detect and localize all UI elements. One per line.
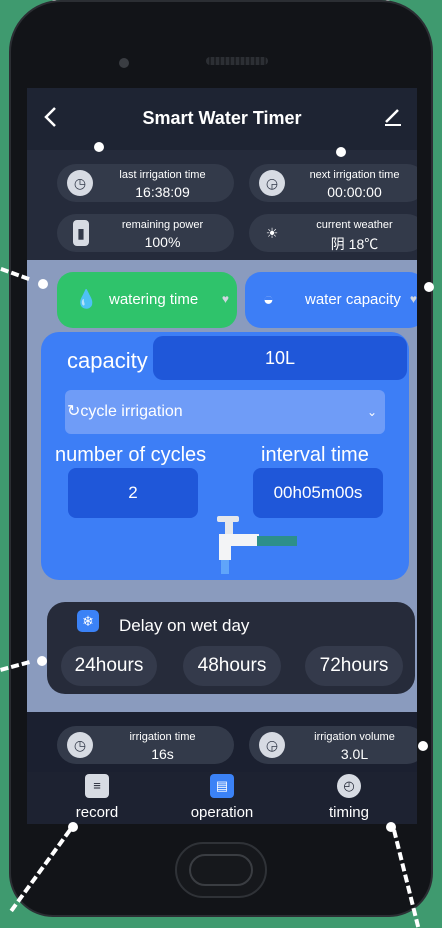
speaker-grille — [206, 57, 268, 65]
clock-forward-icon: ◶ — [259, 170, 285, 196]
next-irrigation-label: next irrigation time — [309, 169, 400, 181]
next-irrigation-value: 00:00:00 — [327, 184, 382, 200]
clock-back-icon: ◷ — [67, 732, 93, 758]
chevron-down-icon: ⌄ — [366, 405, 377, 419]
interval-label: interval time — [261, 444, 369, 466]
capacity-label: capacity — [67, 348, 148, 373]
cycle-icon: ↻ — [67, 403, 81, 420]
battery-icon: ▮ — [73, 220, 89, 246]
callout-dot — [336, 147, 346, 157]
page-title: Smart Water Timer — [142, 108, 302, 128]
top-bar: Smart Water Timer — [27, 88, 417, 150]
tab-watering-time[interactable]: 💧 watering time ♥ — [57, 272, 237, 328]
edit-icon[interactable] — [383, 106, 403, 131]
irrigation-time-pill: ◷ irrigation time 16s — [57, 726, 234, 764]
callout-dot — [424, 282, 434, 292]
document-icon: ≡ — [85, 774, 109, 798]
mode-select[interactable]: ↻cycle irrigation ⌄ — [65, 390, 385, 434]
callout-dot — [38, 279, 48, 289]
nav-operation[interactable]: ▤ operation — [162, 772, 282, 824]
clock-forward-icon: ◶ — [259, 732, 285, 758]
tab-water-capacity-label: water capacity — [305, 291, 401, 308]
irrigation-time-value: 16s — [151, 746, 174, 762]
capacity-panel: capacity 10L ↻cycle irrigation ⌄ number … — [41, 332, 409, 580]
delay-title: Delay on wet day — [119, 616, 250, 635]
bottom-nav: ≡ record ▤ operation ◴ timing — [27, 772, 417, 824]
water-bowl-icon: ◒ — [263, 289, 274, 309]
sun-icon: ☀ — [265, 225, 279, 241]
delay-24h-button[interactable]: 24hours — [61, 646, 157, 686]
clock-back-icon: ◷ — [67, 170, 93, 196]
last-irrigation-pill: ◷ last irrigation time 16:38:09 — [57, 164, 234, 202]
nav-record[interactable]: ≡ record — [37, 772, 157, 824]
tab-water-capacity[interactable]: ◒ water capacity ♥ — [245, 272, 417, 328]
callout-dot — [418, 741, 428, 751]
remaining-power-pill: ▮ remaining power 100% — [57, 214, 234, 252]
last-irrigation-label: last irrigation time — [119, 169, 206, 181]
delay-48h-button[interactable]: 48hours — [183, 646, 281, 686]
remaining-power-label: remaining power — [121, 219, 204, 231]
operation-icon: ▤ — [210, 774, 234, 798]
heart-icon: ♥ — [221, 292, 229, 306]
callout-dot — [94, 142, 104, 152]
irrigation-time-label: irrigation time — [129, 731, 196, 743]
home-button[interactable] — [175, 842, 267, 898]
irrigation-volume-label: irrigation volume — [314, 731, 395, 743]
status-panel: ◷ last irrigation time 16:38:09 ◶ next i… — [27, 150, 417, 260]
faucet-icon — [217, 516, 297, 574]
camera-icon — [119, 58, 129, 68]
app-screen: Smart Water Timer ◷ last irrigation time… — [27, 88, 417, 824]
nav-timing-label: timing — [328, 804, 369, 821]
current-weather-pill: ☀ current weather 阴 18℃ — [249, 214, 417, 252]
water-drops-icon: 💧 — [75, 289, 98, 309]
mode-selected-value: cycle irrigation — [80, 403, 183, 420]
tab-watering-time-label: watering time — [109, 291, 199, 308]
delay-72h-button[interactable]: 72hours — [305, 646, 403, 686]
next-irrigation-pill: ◶ next irrigation time 00:00:00 — [249, 164, 417, 202]
nav-record-label: record — [75, 804, 119, 821]
cycles-input[interactable]: 2 — [68, 468, 198, 518]
irrigation-volume-pill: ◶ irrigation volume 3.0L — [249, 726, 417, 764]
remaining-power-value: 100% — [144, 234, 181, 250]
nav-operation-label: operation — [190, 804, 254, 821]
clock-icon: ◴ — [337, 774, 361, 798]
snowflake-icon: ❄ — [77, 610, 99, 632]
delay-wet-day-panel: ❄ Delay on wet day 24hours 48hours 72hou… — [47, 602, 415, 694]
phone-frame: Smart Water Timer ◷ last irrigation time… — [9, 0, 433, 917]
capacity-input[interactable]: 10L — [153, 336, 407, 380]
callout-dot — [37, 656, 47, 666]
heart-icon: ♥ — [409, 292, 417, 306]
nav-timing[interactable]: ◴ timing — [289, 772, 409, 824]
current-weather-value: 阴 18℃ — [330, 236, 379, 252]
last-irrigation-value: 16:38:09 — [135, 184, 190, 200]
cycles-label: number of cycles — [55, 444, 207, 466]
irrigation-volume-value: 3.0L — [340, 746, 369, 762]
current-weather-label: current weather — [316, 219, 393, 231]
